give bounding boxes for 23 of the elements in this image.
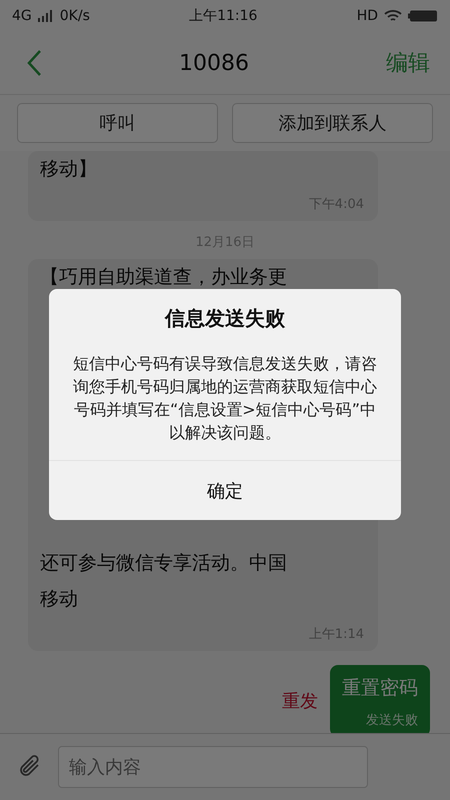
message-text: 重置密码 (342, 676, 418, 701)
signal-icon (38, 10, 54, 22)
send-status: 发送失败 (366, 712, 418, 729)
dialog-message: 短信中心号码有误导致信息发送失败，请咨询您手机号码归属地的运营商获取短信中心号码并填写在“信息设置>短信中心号码”中以解决该问题。 (72, 353, 378, 444)
conversation-title: 10086 (179, 50, 249, 76)
message-text: 【巧用自助渠道查，办业务更 (40, 265, 288, 290)
add-contact-button[interactable]: 添加到联系人 (232, 103, 433, 143)
network-speed: 0K/s (60, 8, 90, 24)
battery-icon (408, 10, 438, 22)
network-type: 4G (12, 8, 32, 24)
wifi-icon (384, 9, 402, 23)
edit-button[interactable]: 编辑 (386, 48, 430, 78)
dialog-title: 信息发送失败 (165, 305, 285, 332)
message-text: 移动】 (40, 157, 98, 182)
resend-button[interactable]: 重发 (282, 689, 318, 713)
message-text: 移动 (40, 587, 79, 612)
call-button[interactable]: 呼叫 (17, 103, 218, 143)
clock: 上午11:16 (189, 7, 258, 25)
message-text: 还可参与微信专享活动。中国 (40, 551, 288, 576)
confirm-button[interactable]: 确定 (49, 460, 401, 520)
message-input[interactable]: 输入内容 (58, 746, 368, 788)
back-icon[interactable] (26, 49, 42, 77)
hd-indicator: HD (356, 8, 378, 24)
